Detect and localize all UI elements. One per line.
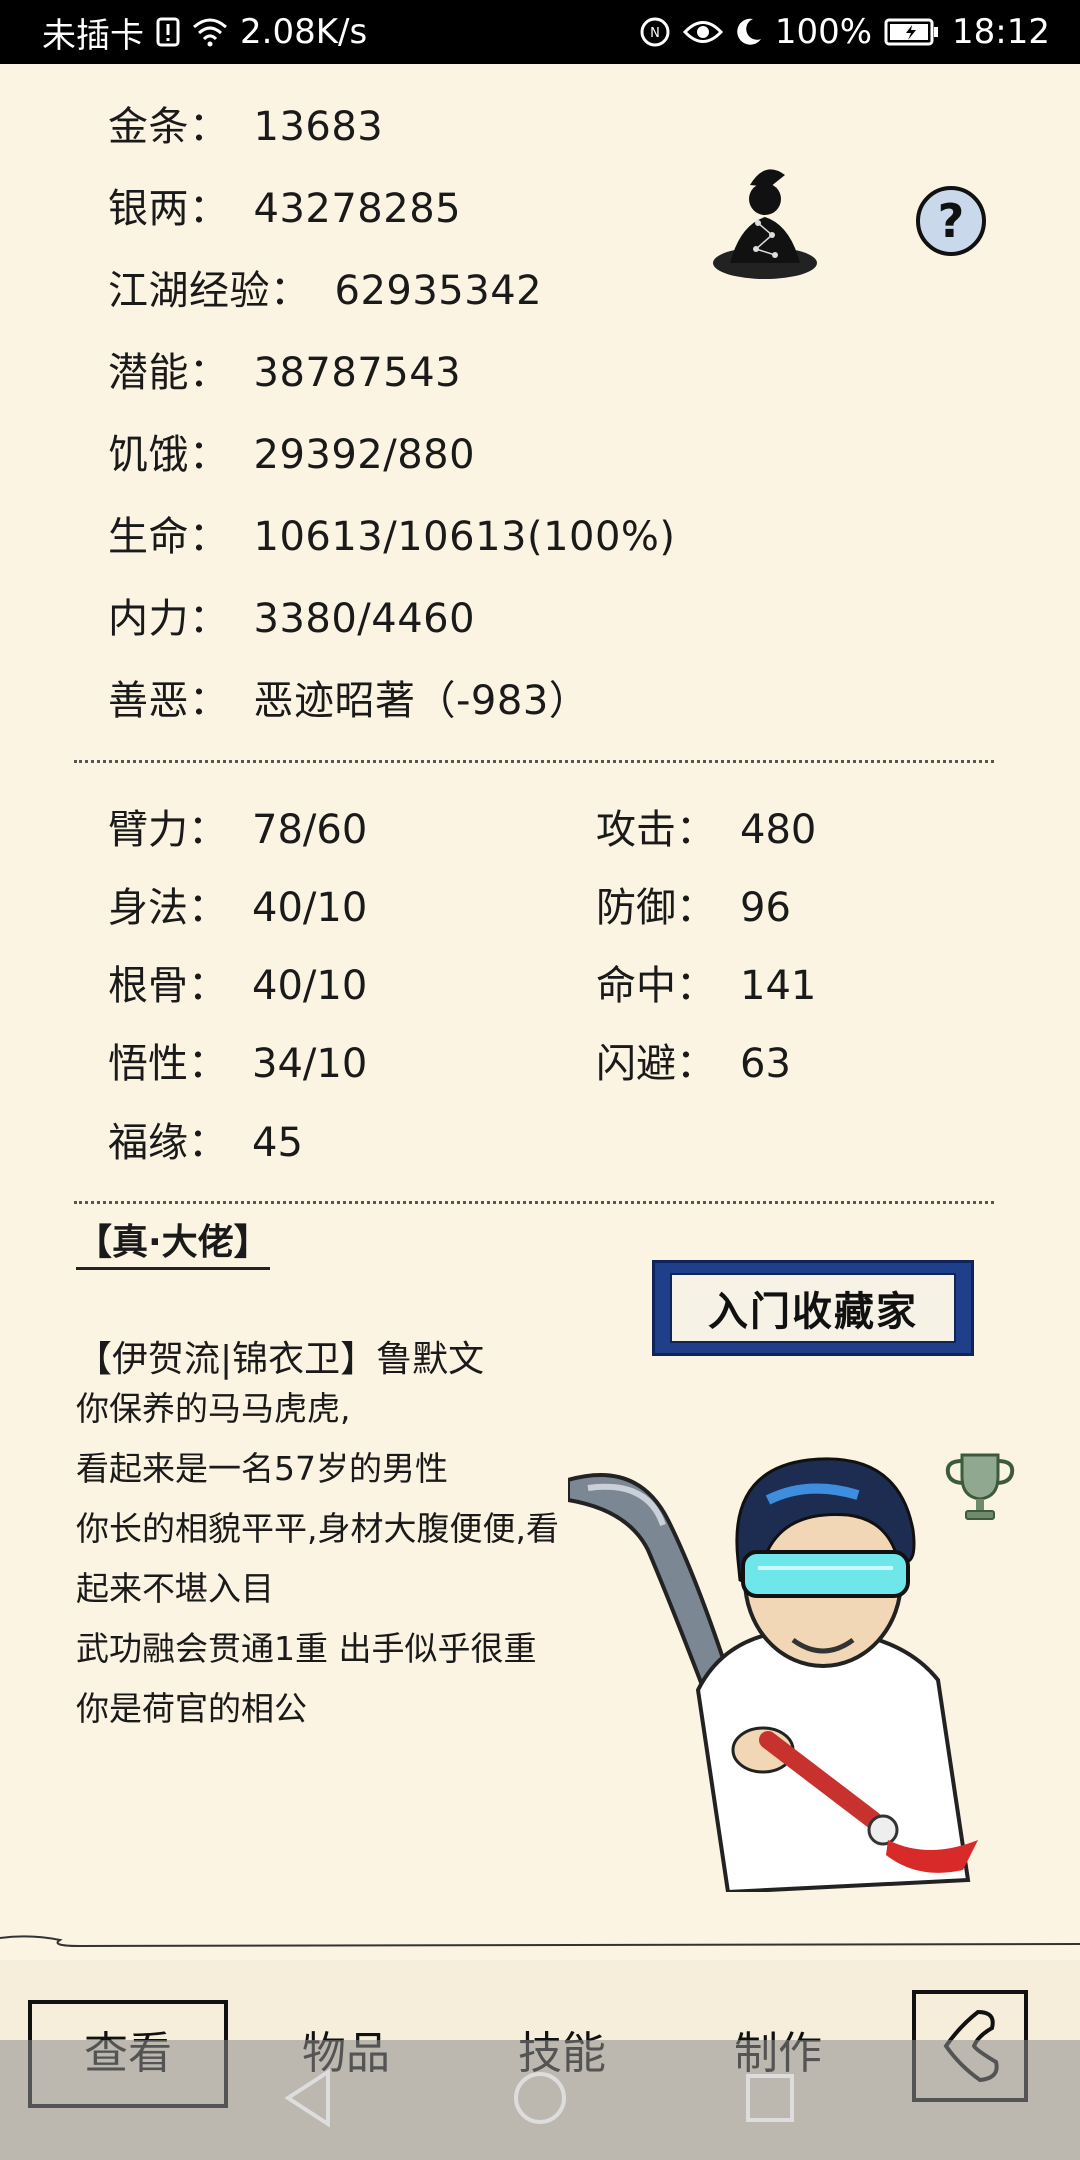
home-circle-icon[interactable] [500,2058,580,2138]
recents-square-icon[interactable] [730,2058,810,2138]
badge-label: 入门收藏家 [670,1273,956,1343]
section-divider [74,760,994,763]
question-icon: ? [937,194,965,248]
status-bar: 未插卡 2.08K/s N 100% 18:12 [0,0,1080,64]
desc-line: 看起来是一名57岁的男性 [76,1449,448,1488]
attr-attack: 攻击： 480 [596,807,817,853]
character-portrait [566,1440,1008,1895]
stat-life: 生命： 10613/10613(100%) [108,514,676,560]
desc-line: 你保养的马马虎虎, [76,1389,351,1428]
battery-percent: 100% [774,12,873,52]
attr-luck: 福缘： 45 [108,1120,303,1166]
help-button[interactable]: ? [916,186,986,256]
collector-badge[interactable]: 入门收藏家 [652,1260,974,1356]
moon-icon [735,17,763,47]
stat-gold: 金条： 13683 [108,104,384,150]
stat-hunger: 饥饿： 29392/880 [108,432,476,478]
stat-silver: 银两： 43278285 [108,186,462,232]
back-triangle-icon[interactable] [270,2058,350,2138]
wifi-icon [192,17,228,47]
meditating-figure-icon[interactable] [700,155,830,285]
scroll-divider [0,1932,1080,1952]
system-nav-bar [0,2040,1080,2160]
desc-line: 武功融会贯通1重 出手似乎很重 [76,1629,537,1668]
desc-line: 你是荷官的相公 [76,1689,307,1728]
stat-inner-power: 内力： 3380/4460 [108,596,476,642]
attr-comprehension: 悟性： 34/10 [108,1041,368,1087]
eye-icon [682,19,723,45]
attr-strength: 臂力： 78/60 [108,807,368,853]
network-speed: 2.08K/s [240,12,368,52]
desc-line: 你长的相貌平平,身材大腹便便,看 [76,1509,559,1548]
desc-line: 起来不堪入目 [76,1569,274,1608]
sim-alert-icon [156,17,180,47]
rank-title: 【真·大佬】 [76,1213,270,1270]
attr-agility: 身法： 40/10 [108,885,368,931]
attr-defense: 防御： 96 [596,885,791,931]
svg-text:N: N [650,26,660,41]
attr-dodge: 闪避： 63 [596,1041,791,1087]
section-divider [74,1201,994,1204]
stat-morality: 善恶： 恶迹昭著（-983） [108,678,590,724]
character-name: 【伊贺流|锦衣卫】鲁默文 [76,1339,485,1380]
stat-experience: 江湖经验： 62935342 [108,268,543,314]
nfc-icon: N [639,16,671,48]
attr-constitution: 根骨： 40/10 [108,963,368,1009]
stat-potential: 潜能： 38787543 [108,350,462,396]
clock: 18:12 [952,12,1050,52]
attr-accuracy: 命中： 141 [596,963,817,1009]
battery-icon [884,18,940,46]
carrier-text: 未插卡 [42,15,144,56]
